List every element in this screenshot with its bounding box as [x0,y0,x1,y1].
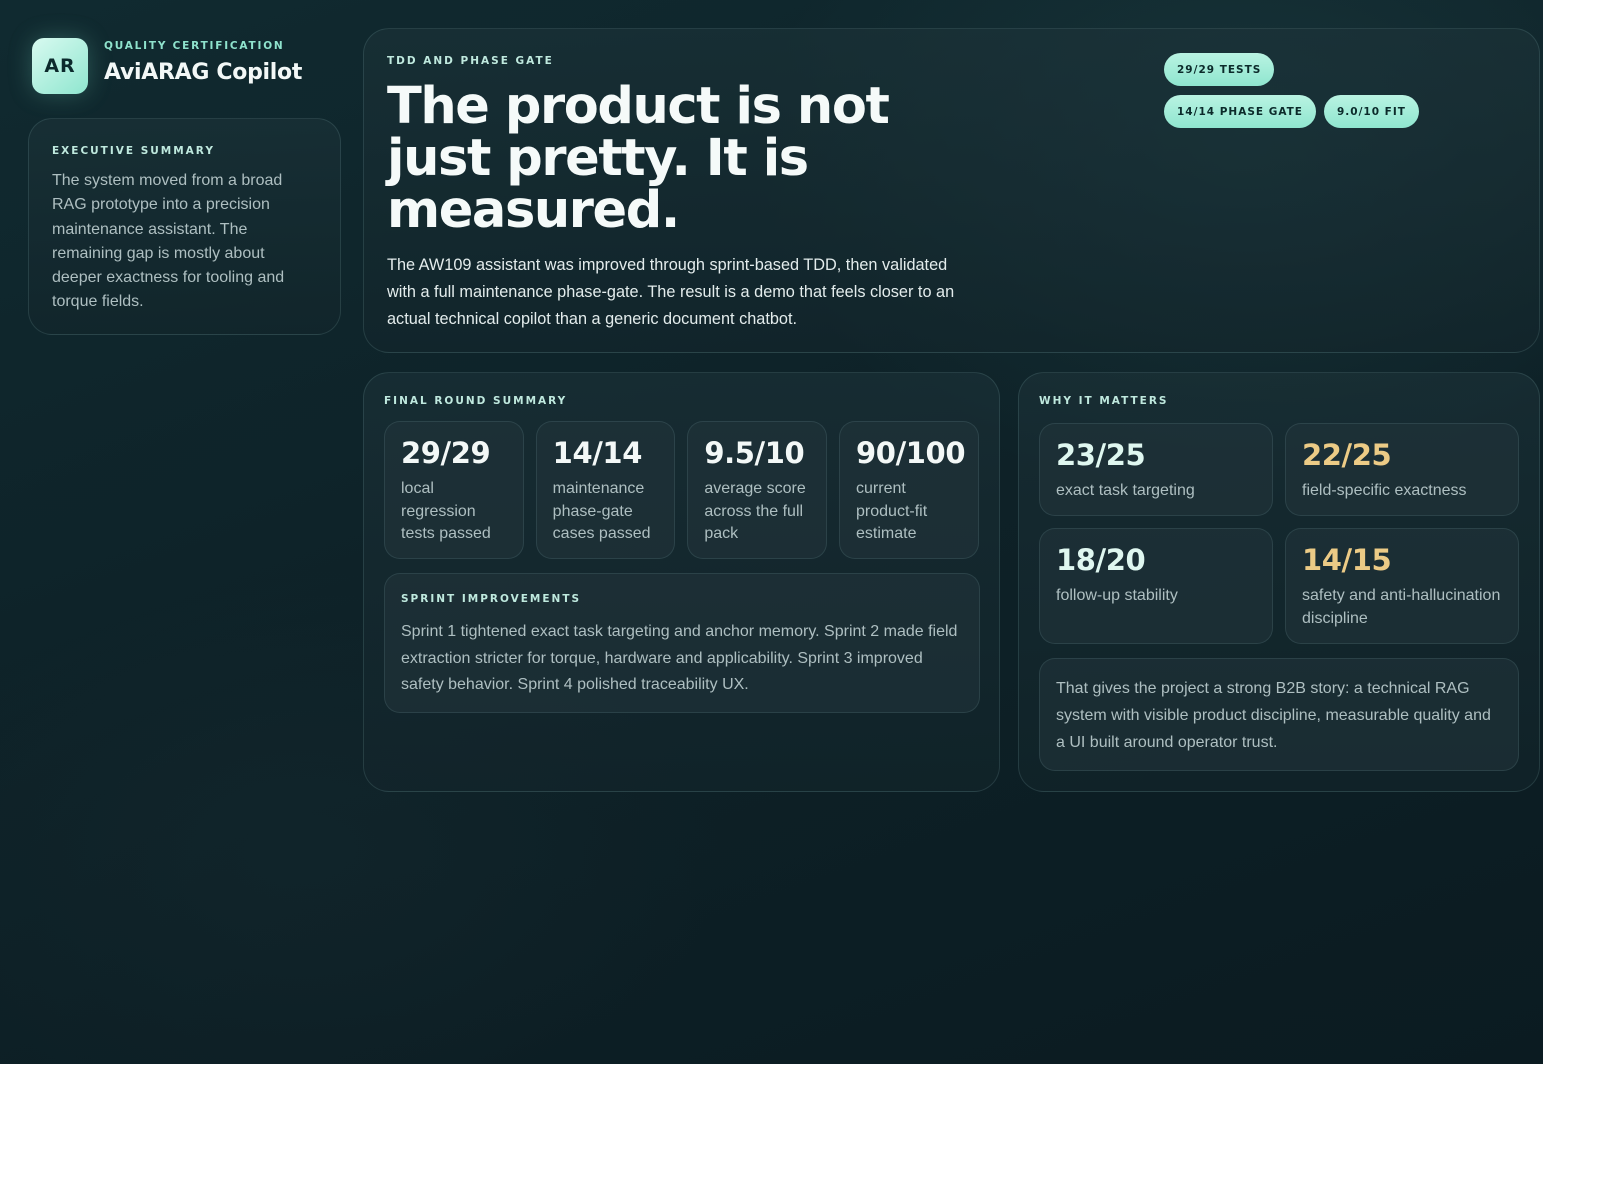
brand-logo: AR [32,38,88,94]
stat-tile: 29/29 local regression tests passed [384,421,524,559]
metric-value: 22/25 [1302,438,1392,472]
stat-value: 29/29 [401,436,491,470]
metric-tile: 22/25 field-specific exactness [1285,423,1519,516]
hero-card: TDD AND PHASE GATE The product is not ju… [363,28,1540,353]
metric-tile: 14/15 safety and anti-hallucination disc… [1285,528,1519,644]
tests-pill: 29/29 TESTS [1164,53,1275,86]
why-it-matters-kicker: WHY IT MATTERS [1039,395,1169,407]
why-it-matters-grid: 23/25 exact task targeting 22/25 field-s… [1039,423,1519,644]
metric-value: 18/20 [1056,543,1146,577]
brand-name: AviARAG Copilot [104,60,303,85]
fit-pill: 9.0/10 FIT [1323,95,1419,128]
brand-header: AR QUALITY CERTIFICATION AviARAG Copilot [32,38,302,94]
stat-value: 9.5/10 [704,436,805,470]
metric-tile: 18/20 follow-up stability [1039,528,1273,644]
sprint-improvements-panel: SPRINT IMPROVEMENTS Sprint 1 tightened e… [384,573,980,713]
metric-value: 23/25 [1056,438,1146,472]
stat-tile: 90/100 current product-fit estimate [839,421,980,559]
stat-value: 14/14 [552,436,643,470]
stat-label: current product-fit estimate [856,480,928,543]
metric-label: follow-up stability [1056,587,1178,604]
final-round-stats: 29/29 local regression tests passed 14/1… [384,421,980,559]
sprint-improvements-kicker: SPRINT IMPROVEMENTS [401,593,582,605]
stat-value: 90/100 [856,436,966,470]
metric-tile: 23/25 exact task targeting [1039,423,1273,516]
hero-description: The AW109 assistant was improved through… [387,256,955,328]
final-round-card: FINAL ROUND SUMMARY 29/29 local regressi… [363,372,1000,792]
stat-label: local regression tests passed [401,480,491,543]
stat-label: maintenance phase-gate cases passed [552,480,651,543]
executive-summary-kicker: EXECUTIVE SUMMARY [52,145,215,157]
stat-label: average score across the full pack [704,480,806,543]
metric-label: field-specific exactness [1302,482,1467,499]
app-canvas: AR QUALITY CERTIFICATION AviARAG Copilot… [0,0,1543,1064]
brand-text: QUALITY CERTIFICATION AviARAG Copilot [104,40,302,85]
executive-summary-text: The system moved from a broad RAG protot… [52,172,285,311]
phase-gate-pill: 14/14 PHASE GATE [1164,95,1316,128]
brand-kicker: QUALITY CERTIFICATION [104,40,285,52]
metric-value: 14/15 [1302,543,1392,577]
hero-title: The product is not just pretty. It is me… [387,77,890,240]
stat-tile: 14/14 maintenance phase-gate cases passe… [535,421,676,559]
sprint-improvements-text: Sprint 1 tightened exact task targeting … [401,623,958,693]
metric-label: safety and anti-hallucination discipline [1302,587,1501,627]
stat-tile: 9.5/10 average score across the full pac… [687,421,828,559]
hero-pills: 29/29 TESTS 14/14 PHASE GATE 9.0/10 FIT [1164,53,1434,128]
why-it-matters-card: WHY IT MATTERS 23/25 exact task targetin… [1018,372,1540,792]
executive-summary-card: EXECUTIVE SUMMARY The system moved from … [28,118,341,335]
metric-label: exact task targeting [1056,482,1195,499]
why-it-matters-note: That gives the project a strong B2B stor… [1039,658,1519,771]
final-round-kicker: FINAL ROUND SUMMARY [384,395,568,407]
